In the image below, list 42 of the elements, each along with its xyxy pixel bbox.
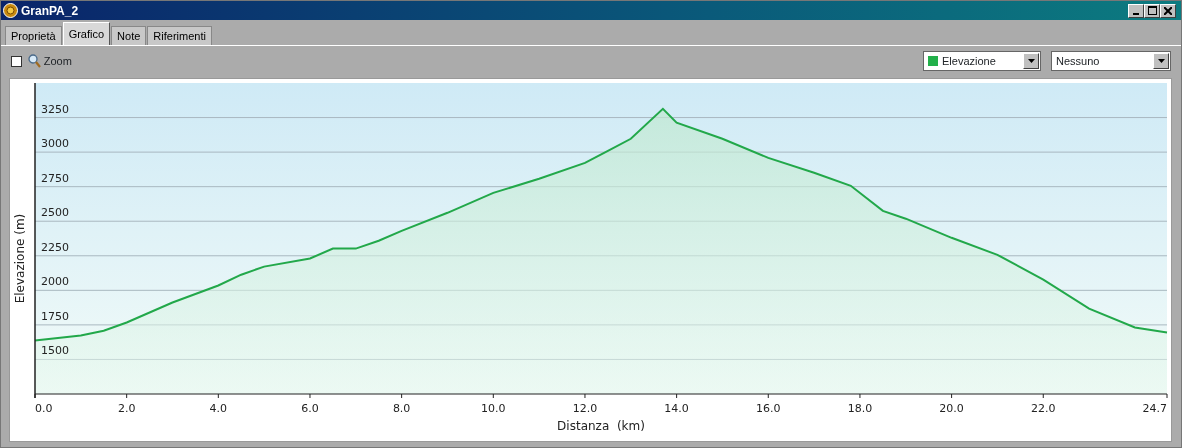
x-tick-label: 4.0	[209, 402, 228, 415]
window-title: GranPA_2	[21, 2, 79, 20]
y-tick-label: 2250	[41, 240, 69, 254]
tab[interactable]: Grafico	[62, 21, 111, 45]
series-dropdown[interactable]: Elevazione	[923, 51, 1041, 71]
zoom-checkbox[interactable]	[11, 55, 22, 67]
minimize-icon	[1133, 12, 1140, 15]
maximize-icon	[1147, 6, 1157, 15]
y-tick-label: 3000	[41, 137, 69, 151]
zoom-label: Zoom	[43, 53, 72, 69]
series-dropdown[interactable]: Nessuno	[1051, 51, 1171, 71]
y-tick-label: 2750	[41, 171, 69, 185]
x-tick-label: 2.0	[117, 402, 136, 415]
x-axis-title: Distanza (km)	[557, 419, 645, 433]
y-tick-label: 3250	[41, 102, 69, 116]
tab[interactable]: Note	[111, 25, 147, 45]
x-tick-label: 12.0	[572, 402, 598, 415]
x-tick-label: 14.0	[664, 402, 689, 415]
x-tick-label: 8.0	[392, 402, 411, 415]
close-icon	[1164, 6, 1173, 15]
tab[interactable]: Proprietà	[5, 25, 62, 45]
close-button[interactable]	[1160, 3, 1177, 18]
x-tick-label: 18.0	[847, 402, 873, 415]
maximize-button[interactable]	[1144, 3, 1161, 18]
y-tick-label: 2000	[41, 275, 69, 289]
caret-icon	[1023, 53, 1039, 69]
magnifier-icon	[28, 54, 41, 68]
y-tick-label: 2500	[41, 206, 69, 220]
x-tick-label: 20.0	[939, 402, 964, 415]
x-tick-label: 16.0	[756, 402, 781, 415]
y-tick-label: 1500	[41, 344, 69, 358]
x-tick-label: 22.0	[1031, 402, 1056, 415]
x-tick-label: 10.0	[481, 402, 506, 415]
x-tick-label: 0.0	[35, 402, 53, 415]
x-tick-label: 6.0	[301, 402, 319, 415]
y-axis-title: Elevazione (m)	[13, 213, 27, 304]
y-tick-label: 1750	[41, 309, 69, 323]
minimize-button[interactable]	[1128, 3, 1145, 18]
x-tick-label: 24.7	[1142, 402, 1167, 415]
tab[interactable]: Riferimenti	[147, 25, 212, 45]
caret-icon	[1153, 53, 1169, 69]
app-icon	[3, 3, 18, 18]
